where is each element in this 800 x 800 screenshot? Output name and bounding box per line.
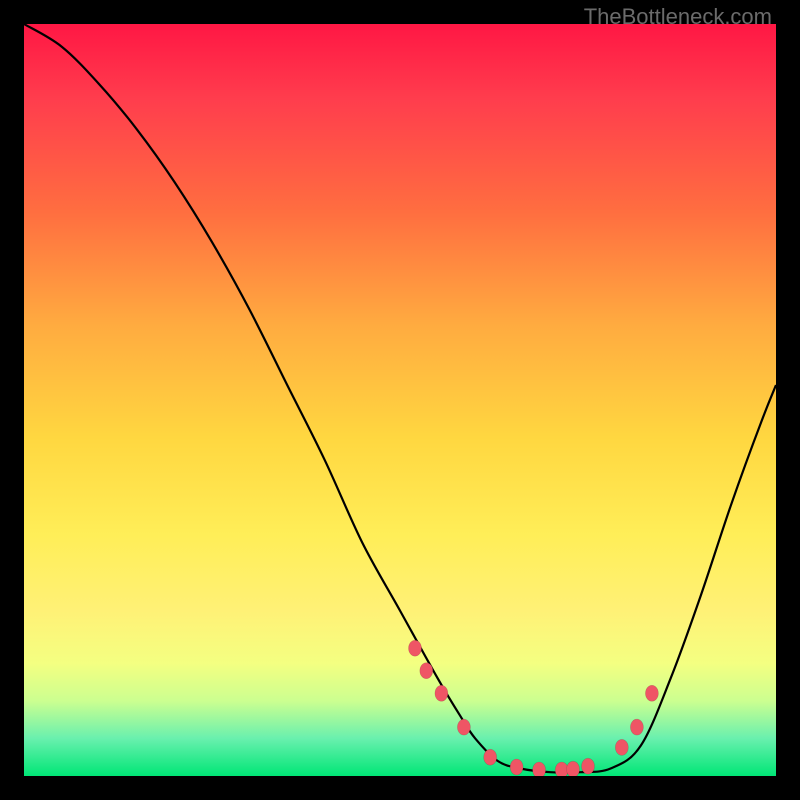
chart-frame: TheBottleneck.com bbox=[0, 0, 800, 800]
data-point bbox=[510, 759, 523, 775]
highlighted-points-group bbox=[409, 640, 659, 776]
data-point bbox=[582, 758, 595, 774]
data-point bbox=[645, 685, 658, 701]
data-point bbox=[567, 761, 580, 776]
data-point bbox=[435, 685, 448, 701]
bottleneck-curve bbox=[24, 24, 776, 773]
data-point bbox=[615, 739, 628, 755]
data-point bbox=[420, 663, 433, 679]
data-point bbox=[457, 719, 470, 735]
data-point bbox=[409, 640, 422, 656]
chart-gradient-background bbox=[24, 24, 776, 776]
data-point bbox=[484, 749, 497, 765]
watermark-text: TheBottleneck.com bbox=[584, 4, 772, 30]
data-point bbox=[630, 719, 643, 735]
data-point bbox=[533, 762, 546, 776]
chart-svg bbox=[24, 24, 776, 776]
